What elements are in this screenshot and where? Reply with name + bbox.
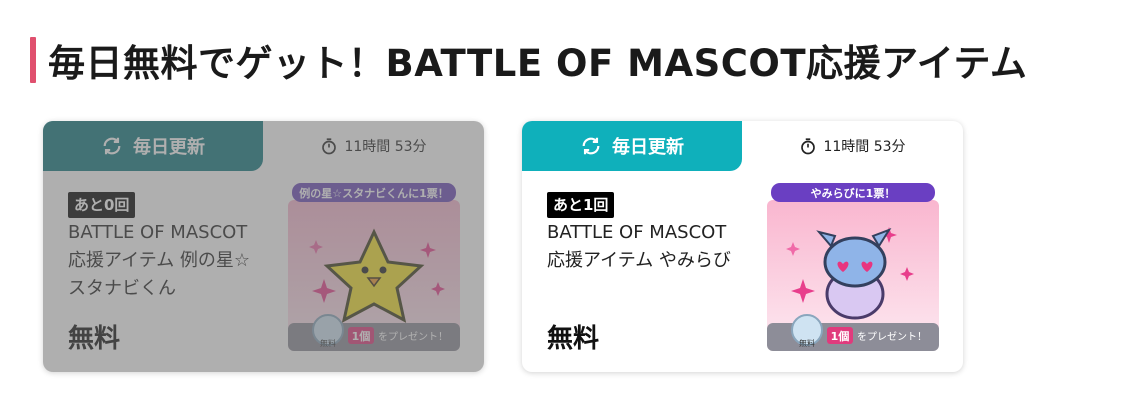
thumb-banner: やみらびに1票！ [811,186,896,200]
item-price: 無料 [68,324,121,354]
item-card-yamirabi[interactable]: 毎日更新 11時間 53分 あと1回 BATTLE OF MASCOT 応援アイ… [522,121,963,372]
item-thumbnail: 例の星☆スタナビくんに1票！ 無料 1個 をプレゼント！ [288,182,460,351]
daily-update-tab: 毎日更新 [43,121,263,171]
timer-text: 11時間 53分 [344,139,427,155]
refresh-icon [580,135,602,157]
item-title: BATTLE OF MASCOT 応援アイテム やみらび [547,222,731,271]
stopwatch-icon [320,137,338,155]
item-title: BATTLE OF MASCOT 応援アイテム 例の星☆スタナビくん [68,222,251,299]
heading-accent-bar [30,37,36,83]
tab-label: 毎日更新 [133,137,205,158]
tab-label: 毎日更新 [612,137,684,158]
page-title: 毎日無料でゲット！BATTLE OF MASCOT応援アイテム [48,42,1028,85]
stopwatch-icon [799,137,817,155]
countdown-timer: 11時間 53分 [742,121,963,171]
present-count: 1個 [831,329,850,343]
remaining-count-badge: あと1回 [547,192,615,218]
refresh-icon [101,135,123,157]
present-text: をプレゼント！ [378,331,448,343]
item-thumbnail[interactable]: やみらびに1票！ 無料 1個 をプレゼント！ [767,182,939,351]
item-price: 無料 [547,324,600,354]
thumb-banner: 例の星☆スタナビくんに1票！ [299,186,449,200]
section-heading: 毎日無料でゲット！BATTLE OF MASCOT応援アイテム [30,36,1028,85]
remaining-count-badge: あと0回 [68,192,136,218]
countdown-timer: 11時間 53分 [263,121,484,171]
coin-label: 無料 [799,338,815,348]
present-count: 1個 [352,329,371,343]
present-text: をプレゼント！ [857,331,927,343]
coin-label: 無料 [320,338,336,348]
daily-update-tab: 毎日更新 [522,121,742,171]
timer-text: 11時間 53分 [823,139,906,155]
item-card-stanavi[interactable]: 毎日更新 11時間 53分 あと0回 BATTLE OF MASCOT 応援アイ… [43,121,484,372]
